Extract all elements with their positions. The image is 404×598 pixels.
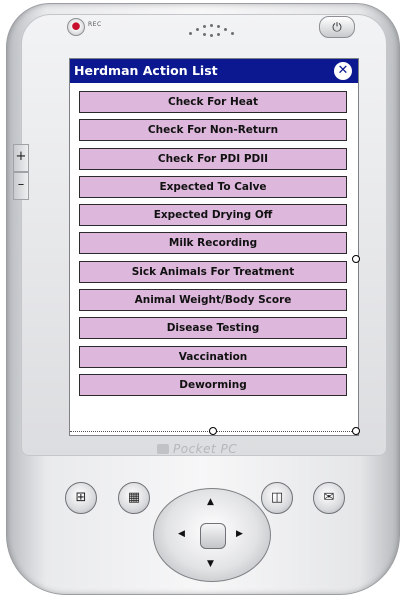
speaker-grille [185,18,235,42]
volume-down-key[interactable]: – [13,172,29,200]
calendar-icon: ▦ [127,490,141,505]
pocket-pc-device: REC ⏻ + – Herdman Action List ✕ Check Fo… [6,3,400,595]
rec-label: REC [88,21,102,28]
start-button[interactable]: ⊞ [65,482,97,514]
action-button-milk-recording[interactable]: Milk Recording [79,232,347,255]
power-icon: ⏻ [332,20,342,34]
dpad-down-icon[interactable]: ▼ [207,559,214,569]
action-button-expected-to-calve[interactable]: Expected To Calve [79,175,347,198]
resize-handle-right[interactable] [352,255,360,263]
volume-up-key[interactable]: + [13,144,29,172]
record-icon[interactable] [67,18,85,36]
action-button-deworming[interactable]: Deworming [79,373,347,396]
dpad-up-icon[interactable]: ▲ [207,497,214,507]
close-icon[interactable]: ✕ [334,62,352,80]
action-button-animal-weight[interactable]: Animal Weight/Body Score [79,289,347,312]
power-button[interactable]: ⏻ [319,16,355,38]
contacts-icon: ◫ [270,490,284,505]
inbox-icon: ✉ [323,490,335,505]
dpad-right-icon[interactable]: ▶ [236,529,243,539]
windows-flag-icon [157,444,169,454]
resize-handle-corner[interactable] [352,427,360,435]
inbox-button[interactable]: ✉ [313,482,345,514]
window-titlebar: Herdman Action List ✕ [70,59,358,83]
action-button-check-for-pdi[interactable]: Check For PDI PDII [79,147,347,170]
app-window: Herdman Action List ✕ Check For Heat Che… [69,58,360,436]
dpad-left-icon[interactable]: ◀ [178,529,185,539]
navigation-pad[interactable]: ▲ ▼ ◀ ▶ [153,488,271,582]
contacts-button[interactable]: ◫ [261,482,293,514]
action-button-vaccination[interactable]: Vaccination [79,345,347,368]
action-button-check-for-non-return[interactable]: Check For Non-Return [79,119,347,142]
action-button-check-for-heat[interactable]: Check For Heat [79,91,347,113]
action-list: Check For Heat Check For Non-Return Chec… [79,91,347,402]
action-button-expected-drying-off[interactable]: Expected Drying Off [79,204,347,227]
dpad-action-button[interactable] [200,523,226,549]
calendar-button[interactable]: ▦ [118,482,150,514]
action-button-sick-animals[interactable]: Sick Animals For Treatment [79,260,347,283]
pocket-pc-logo: Pocket PC [157,442,237,456]
action-button-disease-testing[interactable]: Disease Testing [79,317,347,340]
resize-handle-bottom[interactable] [209,427,217,435]
windows-start-icon: ⊞ [75,490,87,505]
window-title: Herdman Action List [74,63,218,78]
brand-label: Pocket PC [173,442,238,456]
